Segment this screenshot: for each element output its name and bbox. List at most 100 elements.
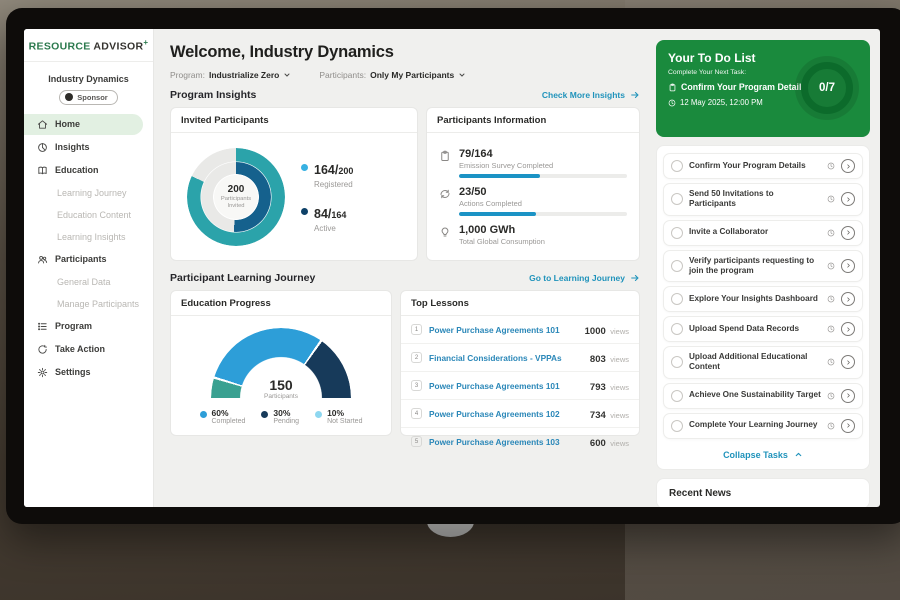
registered-label: Registered: [314, 180, 353, 189]
program-filter-dropdown[interactable]: Program: Industrialize Zero: [170, 70, 291, 80]
task-open-button[interactable]: [841, 159, 855, 173]
org-name: Industry Dynamics: [24, 74, 153, 84]
sidebar-item-label: Education Content: [57, 210, 131, 220]
sidebar-item-general-data[interactable]: General Data: [24, 272, 143, 292]
chevron-right-icon: [845, 229, 852, 236]
task-label: Achieve One Sustainability Target: [689, 390, 821, 400]
sidebar-item-label: Education: [55, 165, 99, 175]
learning-journey-header: Participant Learning Journey Go to Learn…: [170, 272, 640, 284]
lesson-rank: 1: [411, 324, 422, 335]
sidebar-item-label: Insights: [55, 142, 90, 152]
settings-icon: [37, 367, 48, 378]
participants-icon: [37, 254, 48, 265]
chevron-right-icon: [845, 359, 852, 366]
logo-plus: +: [143, 38, 148, 47]
check-more-insights-label: Check More Insights: [542, 90, 625, 100]
stat-progress-bar: [459, 212, 536, 216]
participants-filter-label: Participants:: [319, 70, 366, 80]
sidebar-item-education[interactable]: Education: [24, 160, 143, 181]
stat-total-global-consumption: 1,000 GWh Total Global Consumption: [439, 224, 627, 246]
legend-dot-completed: [200, 411, 207, 418]
lesson-rank: 3: [411, 380, 422, 391]
sponsor-badge[interactable]: Sponsor: [59, 90, 117, 105]
clock-icon: [827, 295, 835, 303]
lesson-rank: 4: [411, 408, 422, 419]
task-checkbox[interactable]: [671, 356, 683, 368]
sponsor-badge-label: Sponsor: [77, 93, 107, 102]
chevron-down-icon: [458, 71, 466, 79]
stat-label: Total Global Consumption: [459, 237, 627, 246]
task-label: Invite a Collaborator: [689, 227, 821, 237]
lesson-views-suffix: views: [610, 383, 629, 392]
sidebar-item-settings[interactable]: Settings: [24, 362, 143, 383]
task-open-button[interactable]: [841, 259, 855, 273]
sidebar-item-home[interactable]: Home: [24, 114, 143, 135]
clipboard-icon: [668, 83, 677, 92]
participants-information-card: Participants Information 79/164 Emission…: [426, 107, 640, 261]
task-open-button[interactable]: [841, 322, 855, 336]
task-checkbox[interactable]: [671, 193, 683, 205]
lesson-link[interactable]: Power Purchase Agreements 102: [429, 409, 583, 419]
lesson-link[interactable]: Financial Considerations - VPPAs: [429, 353, 583, 363]
task-open-button[interactable]: [841, 292, 855, 306]
task-checkbox[interactable]: [671, 293, 683, 305]
program-icon: [37, 321, 48, 332]
sidebar-item-program[interactable]: Program: [24, 316, 143, 337]
task-label: Explore Your Insights Dashboard: [689, 294, 821, 304]
clock-icon: [827, 325, 835, 333]
task-open-button[interactable]: [841, 355, 855, 369]
task-checkbox[interactable]: [671, 390, 683, 402]
sidebar-item-learning-journey[interactable]: Learning Journey: [24, 183, 143, 203]
task-open-button[interactable]: [841, 389, 855, 403]
chevron-right-icon: [845, 422, 852, 429]
sidebar-item-education-content[interactable]: Education Content: [24, 205, 143, 225]
collapse-tasks-label: Collapse Tasks: [723, 450, 788, 460]
lesson-rank: 2: [411, 352, 422, 363]
sidebar-item-take-action[interactable]: Take Action: [24, 339, 143, 360]
sidebar-item-label: General Data: [57, 277, 111, 287]
gauge-center-label: Participants: [211, 393, 351, 400]
task-checkbox[interactable]: [671, 160, 683, 172]
main-content: Welcome, Industry Dynamics Program: Indu…: [154, 29, 650, 507]
sidebar-item-insights[interactable]: Insights: [24, 137, 143, 158]
task-checkbox[interactable]: [671, 260, 683, 272]
lesson-link[interactable]: Power Purchase Agreements 103: [429, 437, 583, 447]
sidebar-nav: Home Insights Education Learning Journey Edu…: [24, 114, 153, 383]
task-checkbox[interactable]: [671, 323, 683, 335]
sidebar-item-label: Settings: [55, 367, 91, 377]
insights-icon: [37, 142, 48, 153]
lesson-link[interactable]: Power Purchase Agreements 101: [429, 381, 583, 391]
lesson-views: 793: [590, 382, 606, 393]
todo-progress-value: 0/7: [819, 82, 835, 94]
collapse-tasks-button[interactable]: Collapse Tasks: [660, 443, 866, 469]
task-label: Confirm Your Program Details: [689, 161, 821, 171]
filters-row: Program: Industrialize Zero Participants…: [170, 70, 640, 80]
learning-journey-title: Participant Learning Journey: [170, 272, 315, 284]
task-label: Upload Additional Educational Content: [689, 352, 821, 373]
task-open-button[interactable]: [841, 192, 855, 206]
education-gauge-center: 150 Participants: [211, 377, 351, 400]
task-open-button[interactable]: [841, 419, 855, 433]
task-open-button[interactable]: [841, 226, 855, 240]
lesson-link[interactable]: Power Purchase Agreements 101: [429, 325, 578, 335]
page-title: Welcome, Industry Dynamics: [170, 43, 640, 62]
sidebar-item-participants[interactable]: Participants: [24, 249, 143, 270]
education-icon: [37, 165, 48, 176]
chevron-right-icon: [845, 392, 852, 399]
legend-not-started: 10% Not Started: [315, 408, 362, 425]
check-more-insights-link[interactable]: Check More Insights: [542, 90, 640, 100]
program-insights-cards: Invited Participants 200 Participants In…: [170, 107, 640, 261]
sidebar: RESOURCE ADVISOR+ Industry Dynamics Spon…: [24, 29, 154, 507]
clock-icon: [827, 162, 835, 170]
program-filter-label: Program:: [170, 70, 205, 80]
task-checkbox[interactable]: [671, 420, 683, 432]
participants-filter-dropdown[interactable]: Participants: Only My Participants: [319, 70, 466, 80]
task-checkbox[interactable]: [671, 227, 683, 239]
program-filter-value: Industrialize Zero: [209, 70, 279, 80]
go-to-learning-journey-link[interactable]: Go to Learning Journey: [529, 273, 640, 283]
sidebar-item-label: Program: [55, 321, 92, 331]
lesson-row: 1Power Purchase Agreements 1011000 views: [401, 316, 639, 344]
logo-primary: RESOURCE: [29, 41, 91, 53]
sidebar-item-manage-participants[interactable]: Manage Participants: [24, 294, 143, 314]
sidebar-item-learning-insights[interactable]: Learning Insights: [24, 227, 143, 247]
